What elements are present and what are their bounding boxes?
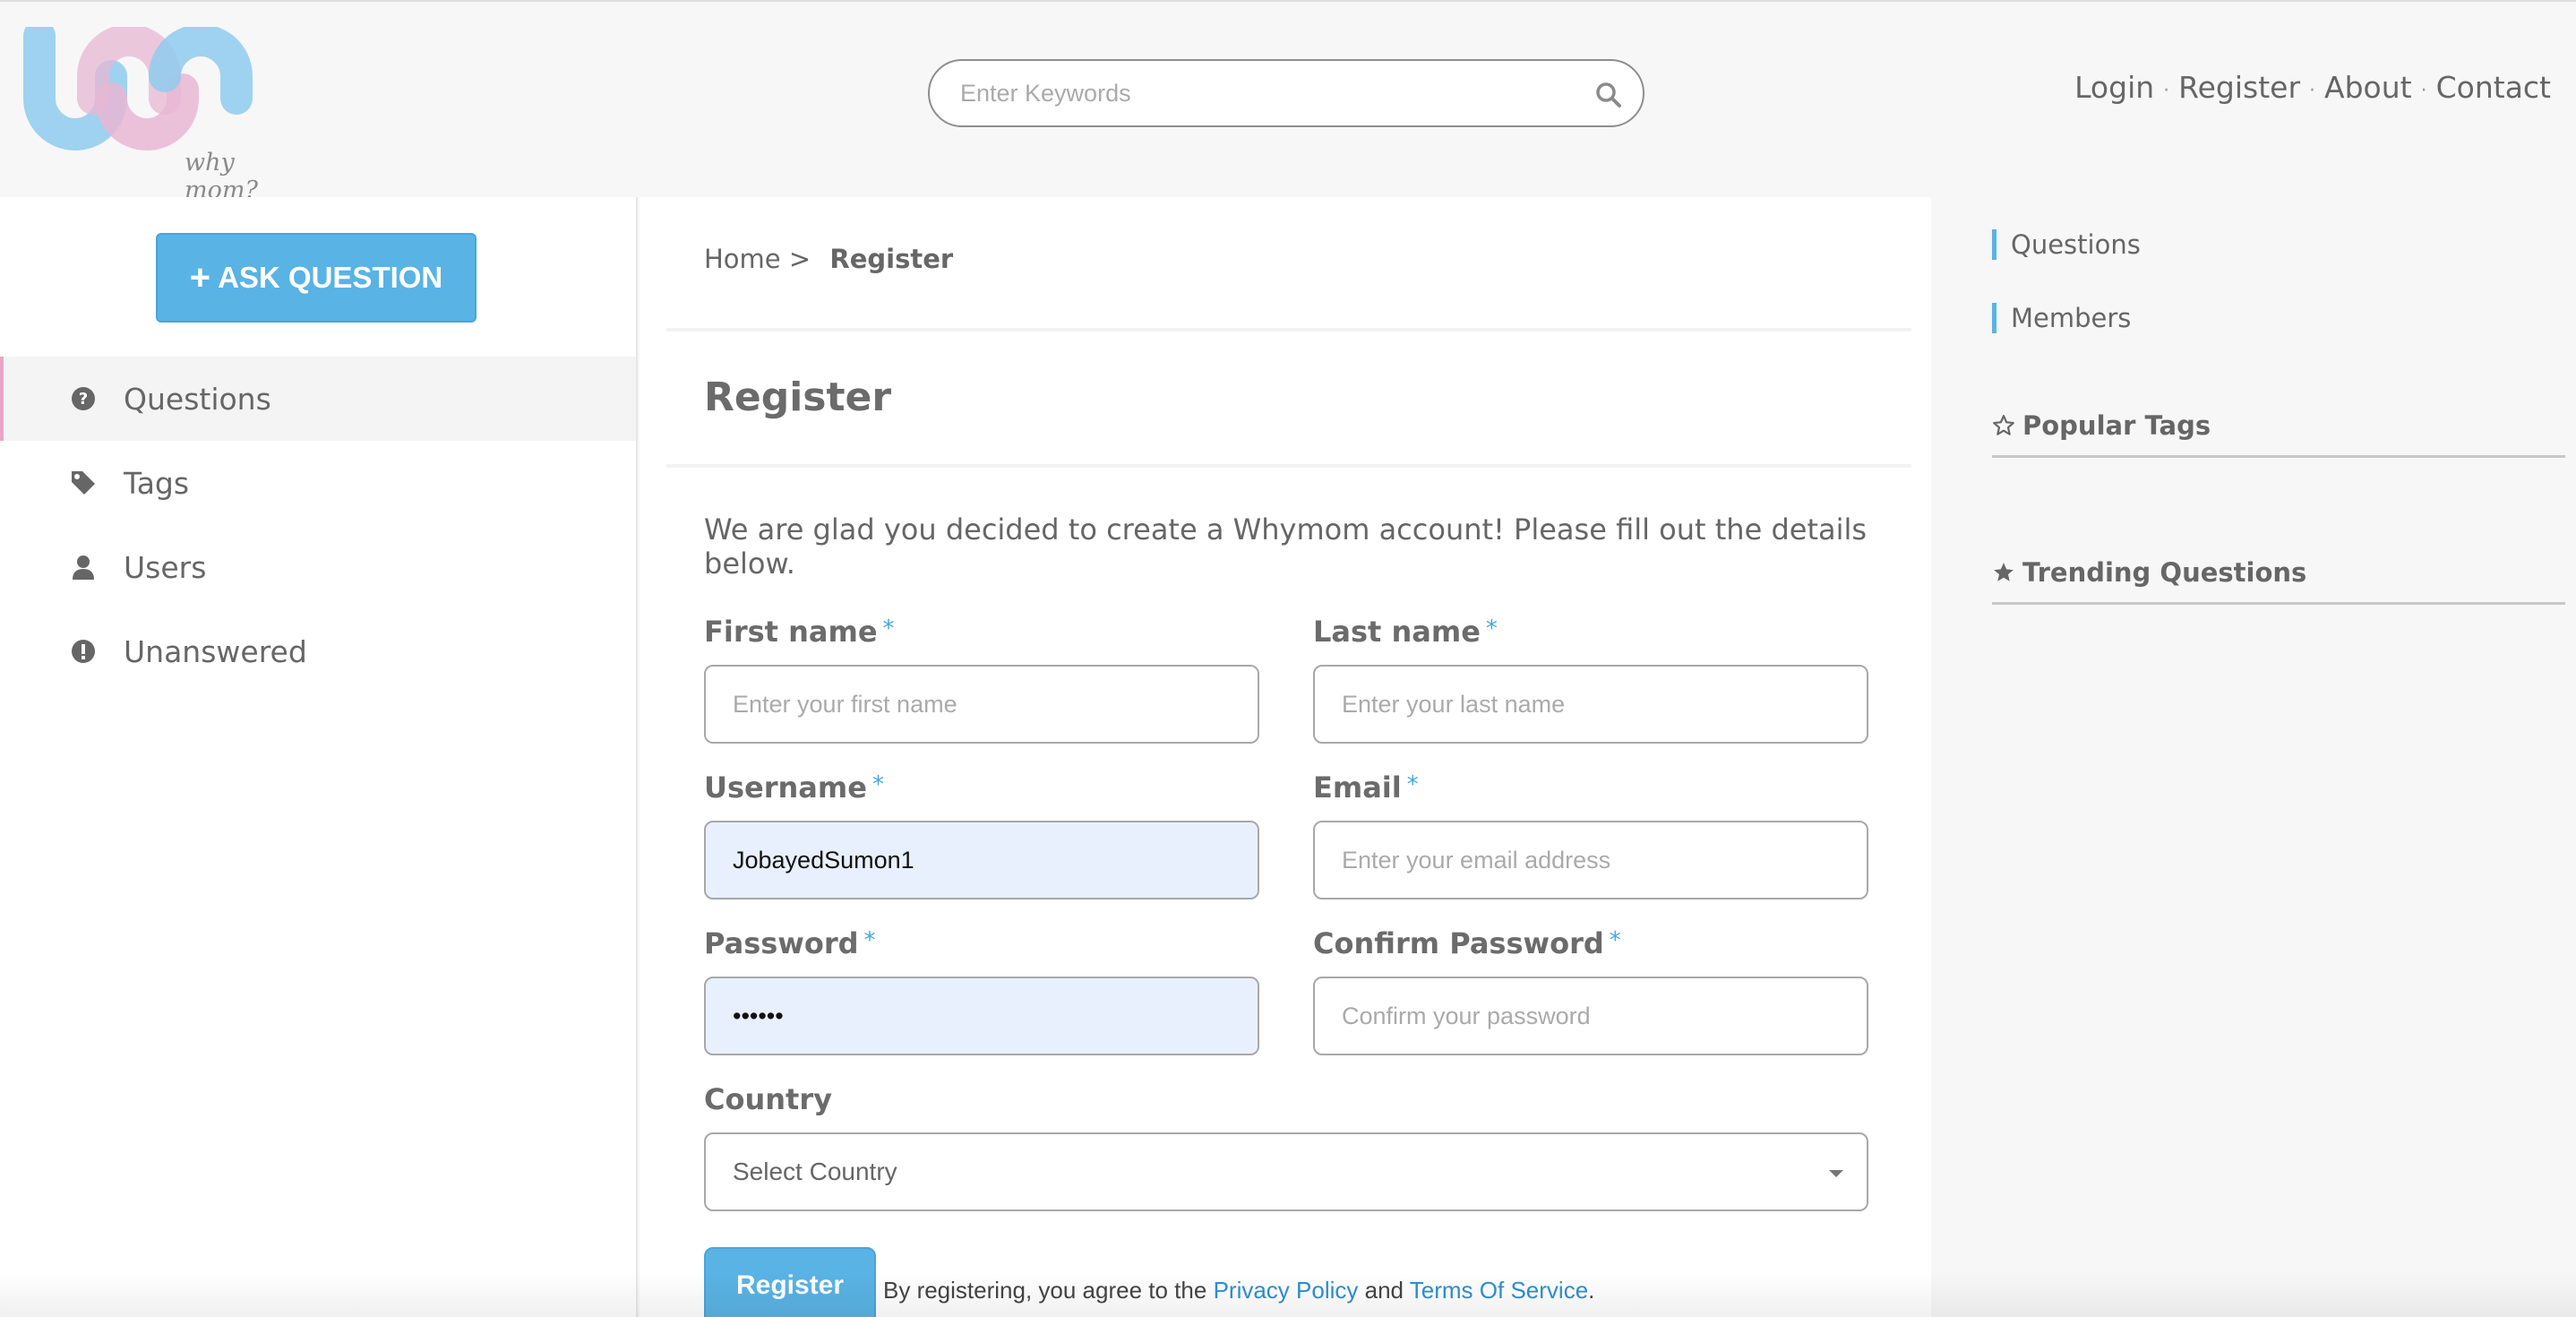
breadcrumb: Home > Register (704, 244, 953, 274)
logo-caption: why mom? (185, 149, 258, 204)
main-content: Home > Register Register We are glad you… (640, 197, 1931, 1317)
confirm-password-field[interactable] (1313, 977, 1868, 1055)
sidebar-item-tags[interactable]: Tags (0, 441, 636, 525)
ask-question-button[interactable]: + ASK QUESTION (156, 233, 477, 323)
header: why mom? Login · Register · About · Cont… (0, 0, 2576, 204)
left-sidebar: + ASK QUESTION ? Questions Tags Users Un… (0, 197, 638, 1317)
password-field[interactable] (704, 977, 1259, 1055)
user-icon (70, 554, 97, 581)
sidebar-item-label: Unanswered (124, 633, 307, 669)
popular-tags-label: Popular Tags (2022, 410, 2211, 441)
search-input[interactable] (960, 75, 1569, 111)
nav-login-link[interactable]: Login (2074, 70, 2154, 105)
agree-and: and (1364, 1277, 1404, 1304)
terms-agreement: By registering, you agree to the Privacy… (883, 1277, 1594, 1304)
password-label-text: Password (704, 926, 859, 960)
email-field[interactable] (1313, 821, 1868, 900)
breadcrumb-current: Register (829, 244, 954, 274)
sidebar-item-label: Questions (124, 381, 271, 417)
sidebar-item-questions[interactable]: ? Questions (0, 357, 636, 441)
page-title: Register (704, 374, 892, 420)
top-nav: Login · Register · About · Contact (2074, 70, 2551, 105)
star-icon (1994, 563, 2014, 581)
nav-separator: · (2163, 80, 2170, 102)
country-select[interactable]: Select Country (704, 1132, 1868, 1211)
ask-question-label: ASK QUESTION (218, 261, 443, 294)
plus-icon: + (189, 258, 211, 297)
nav-about-link[interactable]: About (2324, 70, 2412, 105)
email-label: Email * (1313, 770, 1419, 805)
register-submit-button[interactable]: Register (704, 1247, 876, 1317)
required-mark: * (1609, 927, 1621, 954)
nav-separator: · (2420, 80, 2427, 102)
agree-prefix: By registering, you agree to the (883, 1277, 1207, 1304)
nav-contact-link[interactable]: Contact (2436, 70, 2551, 105)
logo[interactable]: why mom? (21, 20, 299, 204)
first-name-field[interactable] (704, 665, 1259, 744)
country-label: Country (704, 1082, 832, 1116)
confirm-password-label: Confirm Password * (1313, 926, 1621, 960)
email-label-text: Email (1313, 770, 1402, 805)
whymom-logo-icon (23, 20, 253, 151)
side-menu: ? Questions Tags Users Unanswered (0, 357, 636, 693)
password-label: Password * (704, 926, 876, 960)
breadcrumb-home[interactable]: Home > (704, 244, 811, 274)
trending-questions-heading: Trending Questions (1992, 557, 2565, 605)
sidebar-item-label: Tags (124, 465, 190, 501)
star-outline-icon (1993, 415, 2014, 435)
popular-tags-heading: Popular Tags (1992, 410, 2565, 458)
username-field[interactable] (704, 821, 1259, 900)
trending-questions-label: Trending Questions (2022, 557, 2307, 588)
right-link-questions[interactable]: Questions (1992, 229, 2141, 260)
last-name-label: Last name * (1313, 615, 1498, 649)
sidebar-item-users[interactable]: Users (0, 525, 636, 609)
agree-period: . (1588, 1277, 1595, 1304)
privacy-policy-link[interactable]: Privacy Policy (1214, 1277, 1359, 1304)
sidebar-item-unanswered[interactable]: Unanswered (0, 609, 636, 693)
intro-text: We are glad you decided to create a Whym… (704, 512, 1868, 581)
divider (666, 464, 1911, 468)
first-name-label: First name * (704, 615, 895, 649)
username-label-text: Username (704, 770, 867, 805)
required-mark: * (1406, 771, 1419, 798)
required-mark: * (1485, 615, 1498, 642)
right-sidebar: Questions Members Popular Tags Trending … (1931, 197, 2576, 1317)
sidebar-item-label: Users (124, 549, 207, 585)
last-name-field[interactable] (1313, 665, 1868, 744)
divider (666, 328, 1911, 331)
question-circle-icon: ? (70, 385, 97, 412)
nav-separator: · (2309, 80, 2316, 102)
last-name-label-text: Last name (1313, 615, 1481, 649)
svg-text:?: ? (79, 390, 88, 409)
required-mark: * (882, 615, 895, 642)
username-label: Username * (704, 770, 884, 805)
country-selected-value: Select Country (733, 1158, 897, 1185)
first-name-label-text: First name (704, 615, 878, 649)
required-mark: * (863, 927, 876, 954)
confirm-password-label-text: Confirm Password (1313, 926, 1604, 960)
search-box[interactable] (928, 59, 1644, 127)
terms-of-service-link[interactable]: Terms Of Service (1410, 1277, 1588, 1304)
exclamation-circle-icon (70, 638, 97, 665)
nav-register-link[interactable]: Register (2178, 70, 2300, 105)
search-icon[interactable] (1594, 81, 1623, 109)
caret-down-icon (1829, 1170, 1843, 1177)
tag-icon (70, 469, 97, 496)
right-link-members[interactable]: Members (1992, 303, 2131, 333)
required-mark: * (872, 771, 884, 798)
